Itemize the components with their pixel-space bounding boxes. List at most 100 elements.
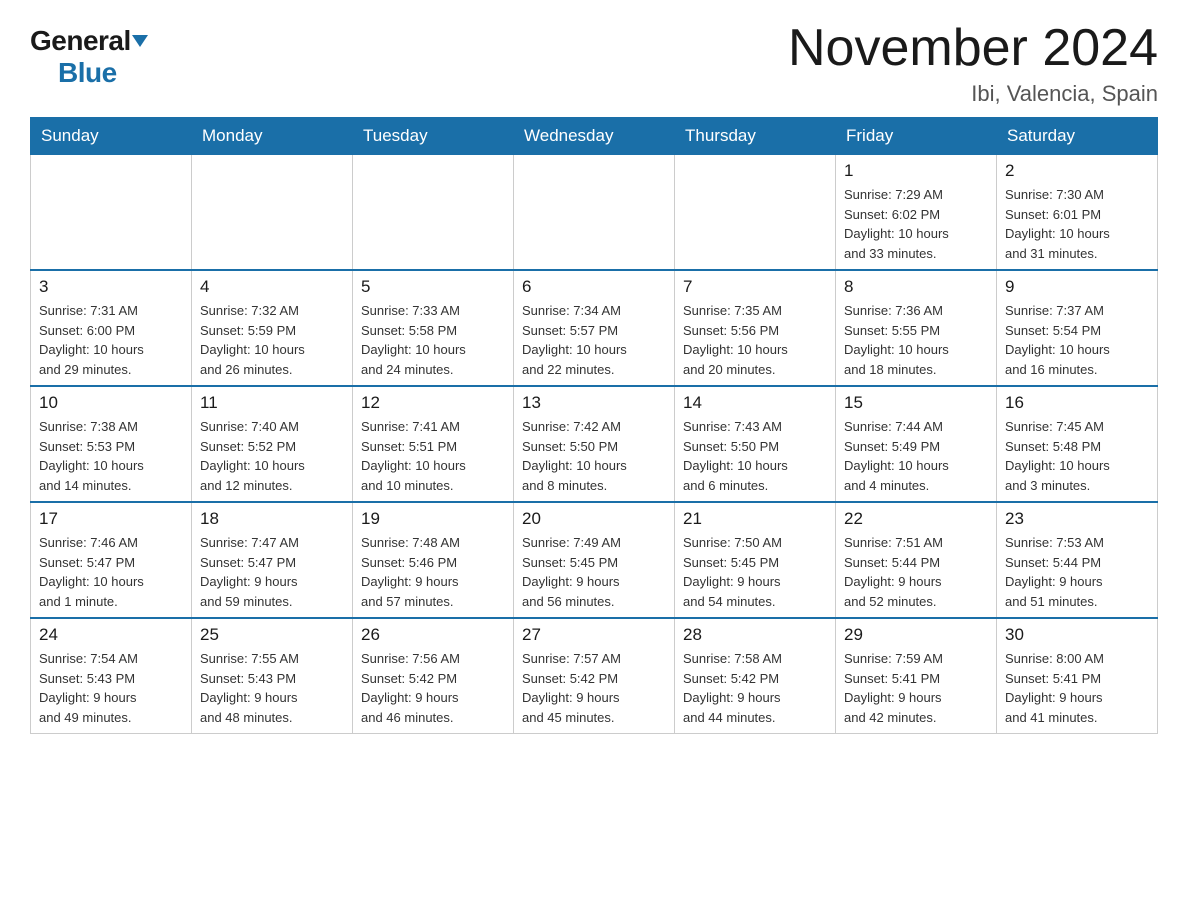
calendar-day-cell	[675, 155, 836, 271]
calendar-day-cell: 4 Sunrise: 7:32 AM Sunset: 5:59 PM Daylig…	[192, 270, 353, 386]
day-info: Sunrise: 7:48 AM Sunset: 5:46 PM Dayligh…	[361, 533, 505, 611]
day-info: Sunrise: 7:53 AM Sunset: 5:44 PM Dayligh…	[1005, 533, 1149, 611]
day-number: 28	[683, 625, 827, 645]
calendar-day-cell: 19 Sunrise: 7:48 AM Sunset: 5:46 PM Dayli…	[353, 502, 514, 618]
day-info: Sunrise: 7:30 AM Sunset: 6:01 PM Dayligh…	[1005, 185, 1149, 263]
title-block: November 2024 Ibi, Valencia, Spain	[788, 20, 1158, 107]
calendar-day-cell: 2 Sunrise: 7:30 AM Sunset: 6:01 PM Daylig…	[997, 155, 1158, 271]
day-number: 15	[844, 393, 988, 413]
page-header: General Blue November 2024 Ibi, Valencia…	[30, 20, 1158, 107]
day-number: 24	[39, 625, 183, 645]
calendar-table: SundayMondayTuesdayWednesdayThursdayFrid…	[30, 117, 1158, 734]
calendar-day-cell: 20 Sunrise: 7:49 AM Sunset: 5:45 PM Dayli…	[514, 502, 675, 618]
day-info: Sunrise: 7:31 AM Sunset: 6:00 PM Dayligh…	[39, 301, 183, 379]
day-info: Sunrise: 7:32 AM Sunset: 5:59 PM Dayligh…	[200, 301, 344, 379]
day-info: Sunrise: 7:50 AM Sunset: 5:45 PM Dayligh…	[683, 533, 827, 611]
day-number: 17	[39, 509, 183, 529]
day-number: 29	[844, 625, 988, 645]
day-info: Sunrise: 7:42 AM Sunset: 5:50 PM Dayligh…	[522, 417, 666, 495]
calendar-day-cell: 13 Sunrise: 7:42 AM Sunset: 5:50 PM Dayli…	[514, 386, 675, 502]
day-number: 1	[844, 161, 988, 181]
day-info: Sunrise: 7:40 AM Sunset: 5:52 PM Dayligh…	[200, 417, 344, 495]
calendar-day-cell: 16Sunrise: 7:45 AM Sunset: 5:48 PM Dayli…	[997, 386, 1158, 502]
page-subtitle: Ibi, Valencia, Spain	[788, 81, 1158, 107]
day-info: Sunrise: 7:33 AM Sunset: 5:58 PM Dayligh…	[361, 301, 505, 379]
day-header-wednesday: Wednesday	[514, 118, 675, 155]
calendar-day-cell: 18 Sunrise: 7:47 AM Sunset: 5:47 PM Dayli…	[192, 502, 353, 618]
calendar-day-cell	[353, 155, 514, 271]
day-info: Sunrise: 7:45 AM Sunset: 5:48 PM Dayligh…	[1005, 417, 1149, 495]
page-title: November 2024	[788, 20, 1158, 77]
day-info: Sunrise: 7:34 AM Sunset: 5:57 PM Dayligh…	[522, 301, 666, 379]
calendar-day-cell: 21 Sunrise: 7:50 AM Sunset: 5:45 PM Dayli…	[675, 502, 836, 618]
logo: General Blue	[30, 20, 146, 89]
day-info: Sunrise: 7:47 AM Sunset: 5:47 PM Dayligh…	[200, 533, 344, 611]
day-number: 22	[844, 509, 988, 529]
calendar-day-cell: 11 Sunrise: 7:40 AM Sunset: 5:52 PM Dayli…	[192, 386, 353, 502]
day-header-friday: Friday	[836, 118, 997, 155]
day-header-sunday: Sunday	[31, 118, 192, 155]
logo-general-text: General	[30, 25, 131, 57]
day-number: 5	[361, 277, 505, 297]
calendar-day-cell: 1 Sunrise: 7:29 AM Sunset: 6:02 PM Daylig…	[836, 155, 997, 271]
day-number: 18	[200, 509, 344, 529]
day-info: Sunrise: 7:38 AM Sunset: 5:53 PM Dayligh…	[39, 417, 183, 495]
day-number: 6	[522, 277, 666, 297]
day-info: Sunrise: 7:29 AM Sunset: 6:02 PM Dayligh…	[844, 185, 988, 263]
day-info: Sunrise: 7:58 AM Sunset: 5:42 PM Dayligh…	[683, 649, 827, 727]
day-header-saturday: Saturday	[997, 118, 1158, 155]
calendar-week-row: 10 Sunrise: 7:38 AM Sunset: 5:53 PM Dayli…	[31, 386, 1158, 502]
day-number: 21	[683, 509, 827, 529]
day-info: Sunrise: 7:56 AM Sunset: 5:42 PM Dayligh…	[361, 649, 505, 727]
day-number: 10	[39, 393, 183, 413]
day-number: 3	[39, 277, 183, 297]
day-info: Sunrise: 7:59 AM Sunset: 5:41 PM Dayligh…	[844, 649, 988, 727]
day-number: 13	[522, 393, 666, 413]
day-header-monday: Monday	[192, 118, 353, 155]
logo-blue-text: Blue	[58, 57, 117, 89]
day-number: 19	[361, 509, 505, 529]
day-number: 12	[361, 393, 505, 413]
calendar-day-cell: 22Sunrise: 7:51 AM Sunset: 5:44 PM Dayli…	[836, 502, 997, 618]
calendar-day-cell: 29 Sunrise: 7:59 AM Sunset: 5:41 PM Dayli…	[836, 618, 997, 734]
day-info: Sunrise: 7:37 AM Sunset: 5:54 PM Dayligh…	[1005, 301, 1149, 379]
calendar-day-cell: 14 Sunrise: 7:43 AM Sunset: 5:50 PM Dayli…	[675, 386, 836, 502]
day-number: 23	[1005, 509, 1149, 529]
day-number: 14	[683, 393, 827, 413]
day-number: 2	[1005, 161, 1149, 181]
calendar-day-cell: 7 Sunrise: 7:35 AM Sunset: 5:56 PM Daylig…	[675, 270, 836, 386]
day-number: 7	[683, 277, 827, 297]
calendar-day-cell: 30 Sunrise: 8:00 AM Sunset: 5:41 PM Dayli…	[997, 618, 1158, 734]
day-info: Sunrise: 8:00 AM Sunset: 5:41 PM Dayligh…	[1005, 649, 1149, 727]
day-info: Sunrise: 7:35 AM Sunset: 5:56 PM Dayligh…	[683, 301, 827, 379]
day-info: Sunrise: 7:43 AM Sunset: 5:50 PM Dayligh…	[683, 417, 827, 495]
day-number: 20	[522, 509, 666, 529]
day-number: 26	[361, 625, 505, 645]
day-number: 25	[200, 625, 344, 645]
calendar-day-cell: 24Sunrise: 7:54 AM Sunset: 5:43 PM Dayli…	[31, 618, 192, 734]
day-number: 30	[1005, 625, 1149, 645]
calendar-day-cell: 26 Sunrise: 7:56 AM Sunset: 5:42 PM Dayli…	[353, 618, 514, 734]
calendar-day-cell: 9 Sunrise: 7:37 AM Sunset: 5:54 PM Daylig…	[997, 270, 1158, 386]
calendar-week-row: 24Sunrise: 7:54 AM Sunset: 5:43 PM Dayli…	[31, 618, 1158, 734]
day-info: Sunrise: 7:46 AM Sunset: 5:47 PM Dayligh…	[39, 533, 183, 611]
calendar-day-cell: 28 Sunrise: 7:58 AM Sunset: 5:42 PM Dayli…	[675, 618, 836, 734]
day-number: 4	[200, 277, 344, 297]
day-header-thursday: Thursday	[675, 118, 836, 155]
day-info: Sunrise: 7:36 AM Sunset: 5:55 PM Dayligh…	[844, 301, 988, 379]
calendar-day-cell: 10 Sunrise: 7:38 AM Sunset: 5:53 PM Dayli…	[31, 386, 192, 502]
day-info: Sunrise: 7:41 AM Sunset: 5:51 PM Dayligh…	[361, 417, 505, 495]
calendar-day-cell	[514, 155, 675, 271]
day-number: 11	[200, 393, 344, 413]
calendar-week-row: 3 Sunrise: 7:31 AM Sunset: 6:00 PM Daylig…	[31, 270, 1158, 386]
calendar-week-row: 1 Sunrise: 7:29 AM Sunset: 6:02 PM Daylig…	[31, 155, 1158, 271]
day-info: Sunrise: 7:44 AM Sunset: 5:49 PM Dayligh…	[844, 417, 988, 495]
calendar-day-cell: 25 Sunrise: 7:55 AM Sunset: 5:43 PM Dayli…	[192, 618, 353, 734]
day-info: Sunrise: 7:55 AM Sunset: 5:43 PM Dayligh…	[200, 649, 344, 727]
day-info: Sunrise: 7:49 AM Sunset: 5:45 PM Dayligh…	[522, 533, 666, 611]
day-number: 9	[1005, 277, 1149, 297]
calendar-day-cell: 27Sunrise: 7:57 AM Sunset: 5:42 PM Dayli…	[514, 618, 675, 734]
calendar-day-cell: 23 Sunrise: 7:53 AM Sunset: 5:44 PM Dayli…	[997, 502, 1158, 618]
calendar-day-cell: 12 Sunrise: 7:41 AM Sunset: 5:51 PM Dayli…	[353, 386, 514, 502]
calendar-week-row: 17 Sunrise: 7:46 AM Sunset: 5:47 PM Dayli…	[31, 502, 1158, 618]
